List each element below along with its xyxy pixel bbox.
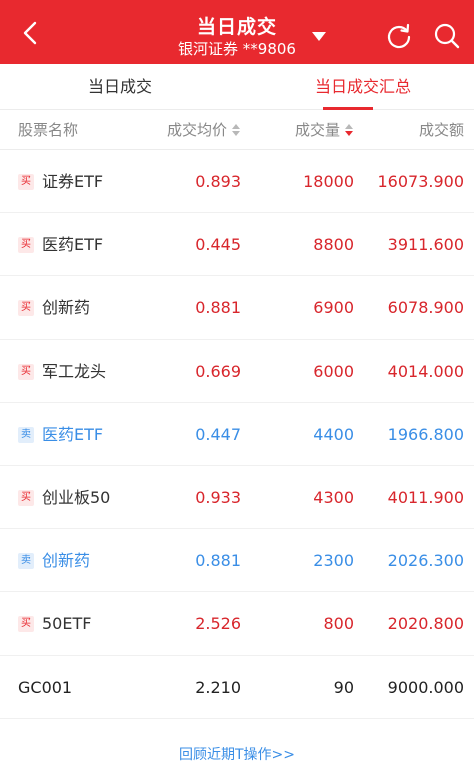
buy-badge: 买: [18, 363, 34, 380]
review-t-trades-link[interactable]: 回顾近期T操作>>: [0, 744, 474, 764]
amount: 9000.000: [387, 677, 464, 697]
volume: 4400: [313, 424, 354, 444]
volume: 6000: [313, 361, 354, 381]
avg-price: 2.526: [195, 614, 241, 634]
table-row[interactable]: 卖 创新药 0.881 2300 2026.300: [0, 529, 474, 593]
column-amount[interactable]: 成交额: [419, 110, 464, 150]
buy-badge: 买: [18, 300, 34, 317]
avg-price: 0.669: [195, 361, 241, 381]
amount: 16073.900: [377, 172, 464, 191]
table-row[interactable]: GC001 2.210 90 9000.000: [0, 656, 474, 719]
avg-price: 0.933: [195, 487, 241, 507]
trade-summary-list: 买 证券ETF 0.893 18000 16073.900 买 医药ETF 0.…: [0, 150, 474, 719]
stock-name: 50ETF: [42, 614, 92, 634]
column-volume-label: 成交量: [294, 121, 340, 139]
avg-price: 2.210: [195, 677, 241, 697]
volume: 2300: [313, 551, 354, 571]
table-row[interactable]: 买 证券ETF 0.893 18000 16073.900: [0, 150, 474, 214]
stock-name: GC001: [18, 677, 73, 697]
amount: 4011.900: [387, 487, 464, 507]
tab-bar: 当日成交 当日成交汇总: [0, 64, 474, 110]
refresh-icon[interactable]: [385, 22, 413, 50]
amount: 6078.900: [387, 298, 464, 318]
buy-badge: 买: [18, 174, 34, 190]
table-row[interactable]: 买 医药ETF 0.445 8800 3911.600: [0, 213, 474, 277]
amount: 4014.000: [387, 361, 464, 381]
table-row[interactable]: 卖 医药ETF 0.447 4400 1966.800: [0, 403, 474, 466]
table-row[interactable]: 买 创新药 0.881 6900 6078.900: [0, 276, 474, 340]
volume: 6900: [313, 298, 354, 318]
buy-badge: 买: [18, 616, 34, 633]
caret-down-icon[interactable]: [312, 32, 326, 41]
volume: 90: [333, 677, 354, 697]
stock-name: 军工龙头: [42, 361, 107, 381]
stock-name: 创新药: [42, 551, 91, 571]
avg-price: 0.893: [195, 172, 241, 191]
column-avg-price[interactable]: 成交均价: [167, 110, 241, 150]
column-stock-name: 股票名称: [18, 121, 79, 139]
stock-name: 创新药: [42, 298, 91, 318]
amount: 2020.800: [387, 614, 464, 634]
avg-price: 0.881: [195, 551, 241, 571]
column-volume[interactable]: 成交量: [295, 110, 354, 150]
column-avg-price-label: 成交均价: [166, 121, 227, 139]
app-header: 当日成交 银河证券 **9806: [0, 0, 474, 64]
tab-today-trades[interactable]: 当日成交: [50, 64, 190, 110]
stock-name: 创业板50: [42, 487, 111, 507]
sort-icon: [232, 124, 241, 138]
column-amount-label: 成交额: [418, 121, 464, 139]
buy-badge: 买: [18, 489, 34, 506]
table-row[interactable]: 买 创业板50 0.933 4300 4011.900: [0, 466, 474, 530]
column-header-row: 股票名称 成交均价 成交量 成交额: [0, 110, 474, 150]
account-label: 银河证券 **9806: [178, 40, 296, 58]
stock-name: 医药ETF: [42, 235, 104, 255]
amount: 1966.800: [387, 424, 464, 444]
stock-name: 证券ETF: [42, 172, 104, 191]
avg-price: 0.445: [195, 235, 241, 255]
avg-price: 0.447: [195, 424, 241, 444]
volume: 4300: [313, 487, 354, 507]
avg-price: 0.881: [195, 298, 241, 318]
sell-badge: 卖: [18, 426, 34, 443]
tab-today-summary[interactable]: 当日成交汇总: [293, 64, 433, 110]
volume: 8800: [313, 235, 354, 255]
amount: 2026.300: [387, 551, 464, 571]
table-row[interactable]: 买 军工龙头 0.669 6000 4014.000: [0, 340, 474, 403]
table-row[interactable]: 买 50ETF 2.526 800 2020.800: [0, 592, 474, 656]
volume: 18000: [303, 172, 354, 191]
sort-desc-active-icon: [345, 124, 354, 138]
amount: 3911.600: [387, 235, 464, 255]
buy-badge: 买: [18, 237, 34, 254]
stock-name: 医药ETF: [42, 424, 104, 444]
search-icon[interactable]: [433, 22, 461, 50]
sell-badge: 卖: [18, 553, 34, 570]
volume: 800: [323, 614, 354, 634]
